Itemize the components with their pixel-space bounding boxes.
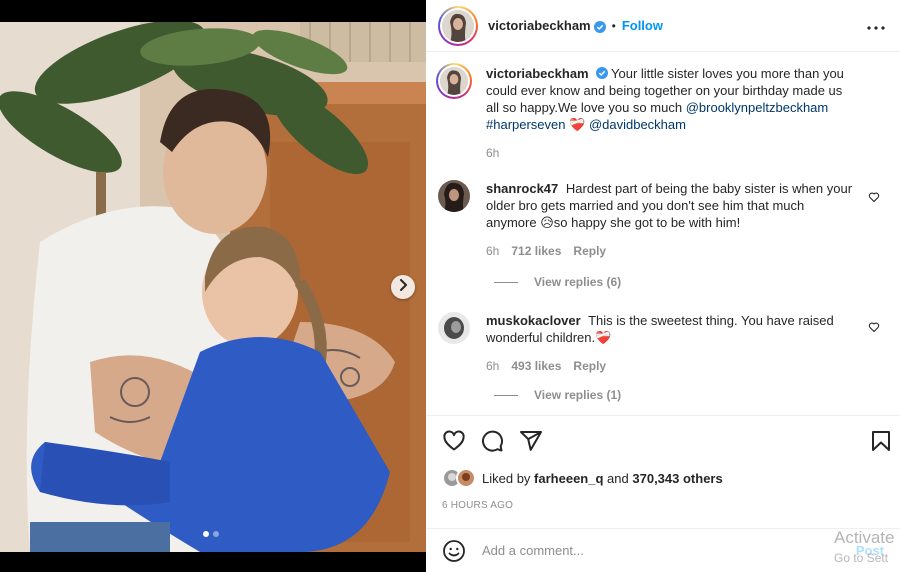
carousel-dot: [203, 531, 209, 537]
commenter-avatar[interactable]: [438, 312, 470, 344]
comment-item: shanrock47 Hardest part of being the bab…: [438, 180, 888, 260]
post-photo-illustration: [0, 22, 426, 552]
more-options-icon: [867, 17, 885, 35]
liker-avatar[interactable]: [456, 468, 476, 488]
comment-likes[interactable]: 493 likes: [511, 358, 561, 375]
view-replies-button[interactable]: View replies (1): [494, 388, 621, 402]
view-replies-label: View replies (6): [534, 275, 622, 289]
view-replies-button[interactable]: View replies (6): [494, 275, 621, 289]
header-separator: •: [611, 18, 616, 33]
caption: victoriabeckham Your little sister loves…: [436, 63, 888, 162]
post-comment-button[interactable]: Post: [856, 543, 884, 558]
comment-like-heart-icon[interactable]: [868, 320, 880, 333]
commenter-avatar[interactable]: [438, 180, 470, 212]
view-replies-line: [494, 394, 518, 396]
carousel-dot: [213, 531, 219, 537]
post-timestamp[interactable]: 6 HOURS AGO: [442, 500, 513, 511]
caption-username[interactable]: victoriabeckham: [486, 66, 589, 81]
comment-icon[interactable]: [480, 429, 504, 453]
share-icon[interactable]: [519, 429, 543, 453]
comment-username[interactable]: muskokaclover: [486, 313, 581, 328]
liked-by-user[interactable]: farheeen_q: [534, 471, 603, 486]
comment-time[interactable]: 6h: [486, 243, 499, 260]
post-header: victoriabeckham • Follow: [426, 0, 900, 52]
post-photo[interactable]: [0, 22, 426, 552]
instagram-post-modal: victoriabeckham • Follow victoriabeckham…: [0, 0, 900, 572]
heart-icon[interactable]: [442, 429, 466, 453]
verified-badge-icon: [595, 66, 608, 79]
comment-time[interactable]: 6h: [486, 358, 499, 375]
likes-summary: Liked by farheeen_q and 370,343 others: [442, 468, 723, 488]
mending-heart-emoji: ❤️‍🩹: [569, 117, 586, 132]
comment-like-heart-icon[interactable]: [868, 190, 880, 203]
view-replies-label: View replies (1): [534, 388, 622, 402]
emoji-icon[interactable]: [442, 539, 466, 563]
comments-list[interactable]: victoriabeckham Your little sister loves…: [426, 53, 900, 415]
liked-by-prefix: Liked by: [482, 470, 531, 486]
comment-username[interactable]: shanrock47: [486, 181, 558, 196]
mention-link[interactable]: @brooklynpeltzbeckham: [686, 100, 829, 115]
follow-button[interactable]: Follow: [622, 18, 663, 33]
author-username[interactable]: victoriabeckham: [488, 18, 591, 33]
comment-item: muskokaclover This is the sweetest thing…: [438, 312, 888, 375]
more-options-button[interactable]: [864, 14, 888, 38]
caption-time[interactable]: 6h: [486, 145, 499, 162]
comment-likes[interactable]: 712 likes: [511, 243, 561, 260]
mention-link[interactable]: @davidbeckham: [589, 117, 686, 132]
photo-pane: [0, 0, 426, 572]
liked-by-others[interactable]: 370,343 others: [632, 471, 722, 486]
next-image-button[interactable]: [391, 275, 415, 299]
post-info-pane: victoriabeckham • Follow victoriabeckham…: [426, 0, 900, 572]
chevron-right-icon: [398, 278, 408, 296]
reply-button[interactable]: Reply: [573, 358, 606, 375]
comment-input[interactable]: [482, 543, 822, 558]
liked-by-middle: and: [607, 470, 629, 486]
hashtag-link[interactable]: #harperseven: [486, 117, 566, 132]
reply-button[interactable]: Reply: [573, 243, 606, 260]
author-avatar[interactable]: [438, 5, 478, 46]
caption-avatar[interactable]: [436, 63, 472, 99]
carousel-indicator: [203, 531, 219, 537]
verified-badge-icon: [593, 20, 606, 33]
add-comment-bar: Post: [426, 528, 900, 572]
view-replies-line: [494, 281, 518, 283]
action-bar: [426, 415, 900, 465]
bookmark-icon[interactable]: [869, 429, 893, 453]
